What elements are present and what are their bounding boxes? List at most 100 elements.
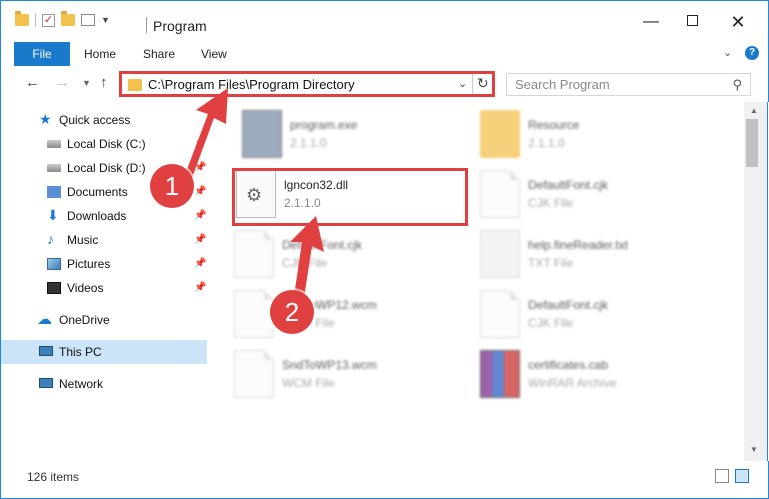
drive-icon <box>47 164 61 172</box>
help-icon[interactable]: ? <box>745 46 759 60</box>
title-bar: ✓ ▼ Program — ✕ <box>0 0 769 42</box>
navigation-pane: ★ Quick access Local Disk (C:) 📌 Local D… <box>0 102 208 461</box>
music-icon: ♪ <box>47 231 54 247</box>
pin-icon[interactable]: 📌 <box>194 138 206 149</box>
pin-icon[interactable]: 📌 <box>194 186 206 197</box>
list-item[interactable]: help.fineReader.txt TXT File <box>480 230 720 288</box>
highlight-box <box>232 168 468 226</box>
large-icons-view-icon[interactable] <box>735 469 749 483</box>
toolbar-divider <box>35 13 36 27</box>
step-1-badge: 1 <box>150 164 194 208</box>
file-meta: 2.1.1.0 <box>528 136 565 150</box>
search-input[interactable]: Search Program ⚲ <box>506 73 751 96</box>
txt-icon <box>480 230 520 278</box>
sidebar-item-onedrive[interactable]: ☁ OneDrive <box>1 308 207 332</box>
up-arrow-icon[interactable]: ↑ <box>100 74 108 91</box>
pin-icon[interactable]: 📌 <box>194 282 206 293</box>
sidebar-item-label: Documents <box>67 185 128 199</box>
file-name: Resource <box>528 118 580 132</box>
close-button[interactable]: ✕ <box>723 11 753 33</box>
sidebar-item-this-pc[interactable]: This PC <box>1 340 207 364</box>
sidebar-item-music[interactable]: ♪ Music 📌 <box>1 228 207 252</box>
new-folder-icon[interactable] <box>61 11 75 26</box>
file-name: program.exe <box>290 118 358 132</box>
sidebar-item-videos[interactable]: Videos 📌 <box>1 276 207 300</box>
sidebar-item-local-disk-c[interactable]: Local Disk (C:) 📌 <box>1 132 207 156</box>
status-bar: 126 items <box>0 461 769 499</box>
search-icon[interactable]: ⚲ <box>732 77 742 93</box>
file-meta: WCM File <box>282 376 335 390</box>
list-item[interactable]: certificates.cab WinRAR Archive <box>480 350 720 408</box>
pin-icon[interactable]: 📌 <box>194 162 206 173</box>
back-arrow-icon[interactable]: ← <box>25 74 40 91</box>
ribbon-tabs: File Home Share View ⌄ ? <box>0 42 769 66</box>
cloud-icon: ☁ <box>37 311 52 328</box>
sidebar-item-network[interactable]: Network <box>1 372 207 396</box>
customize-toolbar-icon[interactable] <box>81 14 95 26</box>
sidebar-item-label: This PC <box>59 345 102 359</box>
chevron-down-icon[interactable]: ⌄ <box>458 77 467 90</box>
search-placeholder: Search Program <box>515 77 610 92</box>
details-view-icon[interactable] <box>715 469 729 483</box>
list-item[interactable]: DefaultFont.cjk CJK File <box>234 230 474 288</box>
file-name: DefaultFont.cjk <box>528 178 609 192</box>
sidebar-item-pictures[interactable]: Pictures 📌 <box>1 252 207 276</box>
list-item[interactable]: program.exe 2.1.1.0 <box>242 110 482 168</box>
window-title: Program <box>153 18 207 34</box>
file-name: DefaultFont.cjk <box>528 298 609 312</box>
file-icon <box>480 170 520 218</box>
address-path[interactable]: C:\Program Files\Program Directory <box>148 77 355 92</box>
list-item[interactable]: SndToWP13.wcm WCM File <box>234 350 474 408</box>
download-icon: ⬇ <box>47 207 59 223</box>
tab-share[interactable]: Share <box>143 42 175 66</box>
sidebar-item-label: Downloads <box>67 209 127 223</box>
tab-home[interactable]: Home <box>84 42 116 66</box>
tab-file[interactable]: File <box>14 42 70 66</box>
tab-view[interactable]: View <box>201 42 227 66</box>
address-divider <box>472 74 473 94</box>
list-item[interactable]: SndToWP12.wcm WCM File <box>234 290 474 348</box>
sidebar-item-label: Music <box>67 233 99 247</box>
file-icon <box>234 350 274 398</box>
sidebar-item-label: Pictures <box>67 257 111 271</box>
list-item[interactable]: DefaultFont.cjk CJK File <box>480 170 720 228</box>
file-name: DefaultFont.cjk <box>282 238 363 252</box>
folder-icon[interactable] <box>15 11 29 26</box>
pin-icon[interactable]: 📌 <box>194 234 206 245</box>
pin-icon[interactable]: 📌 <box>194 210 206 221</box>
list-item[interactable]: Resource 2.1.1.0 <box>480 110 720 168</box>
scroll-up-icon[interactable]: ▲ <box>750 106 758 115</box>
sidebar-item-label: OneDrive <box>59 313 110 327</box>
file-name: certificates.cab <box>528 358 609 372</box>
chevron-down-icon[interactable]: ▼ <box>101 15 110 25</box>
scroll-down-icon[interactable]: ▼ <box>750 445 758 454</box>
properties-check-icon[interactable]: ✓ <box>42 13 55 27</box>
file-meta: 2.1.1.0 <box>290 136 327 150</box>
folder-icon <box>480 110 520 158</box>
file-meta: CJK File <box>528 196 574 210</box>
sidebar-item-quick-access[interactable]: ★ Quick access <box>1 108 207 132</box>
maximize-icon <box>686 15 698 26</box>
forward-arrow-icon[interactable]: → <box>55 74 70 91</box>
folder-icon <box>128 79 142 91</box>
maximize-button[interactable] <box>677 11 707 33</box>
quick-access-toolbar: ✓ ▼ <box>15 11 110 27</box>
step-2-badge: 2 <box>270 290 314 334</box>
file-icon <box>234 290 274 338</box>
pin-icon[interactable]: 📌 <box>194 258 206 269</box>
file-meta: TXT File <box>528 256 574 270</box>
vertical-scrollbar[interactable]: ▲ ▼ <box>744 102 768 461</box>
minimize-button[interactable]: — <box>636 11 666 33</box>
address-bar[interactable]: C:\Program Files\Program Directory ⌄ ↻ <box>119 71 495 97</box>
file-icon <box>234 230 274 278</box>
list-item[interactable]: DefaultFont.cjk CJK File <box>480 290 720 348</box>
expand-ribbon-icon[interactable]: ⌄ <box>723 46 732 59</box>
refresh-icon[interactable]: ↻ <box>477 75 489 92</box>
item-count: 126 items <box>27 470 80 484</box>
scroll-thumb[interactable] <box>746 119 758 167</box>
file-meta: CJK File <box>282 256 328 270</box>
sidebar-item-label: Local Disk (D:) <box>67 161 146 175</box>
drive-icon <box>47 140 61 148</box>
file-name: help.fineReader.txt <box>528 238 629 252</box>
recent-locations-icon[interactable]: ▼ <box>82 78 91 88</box>
